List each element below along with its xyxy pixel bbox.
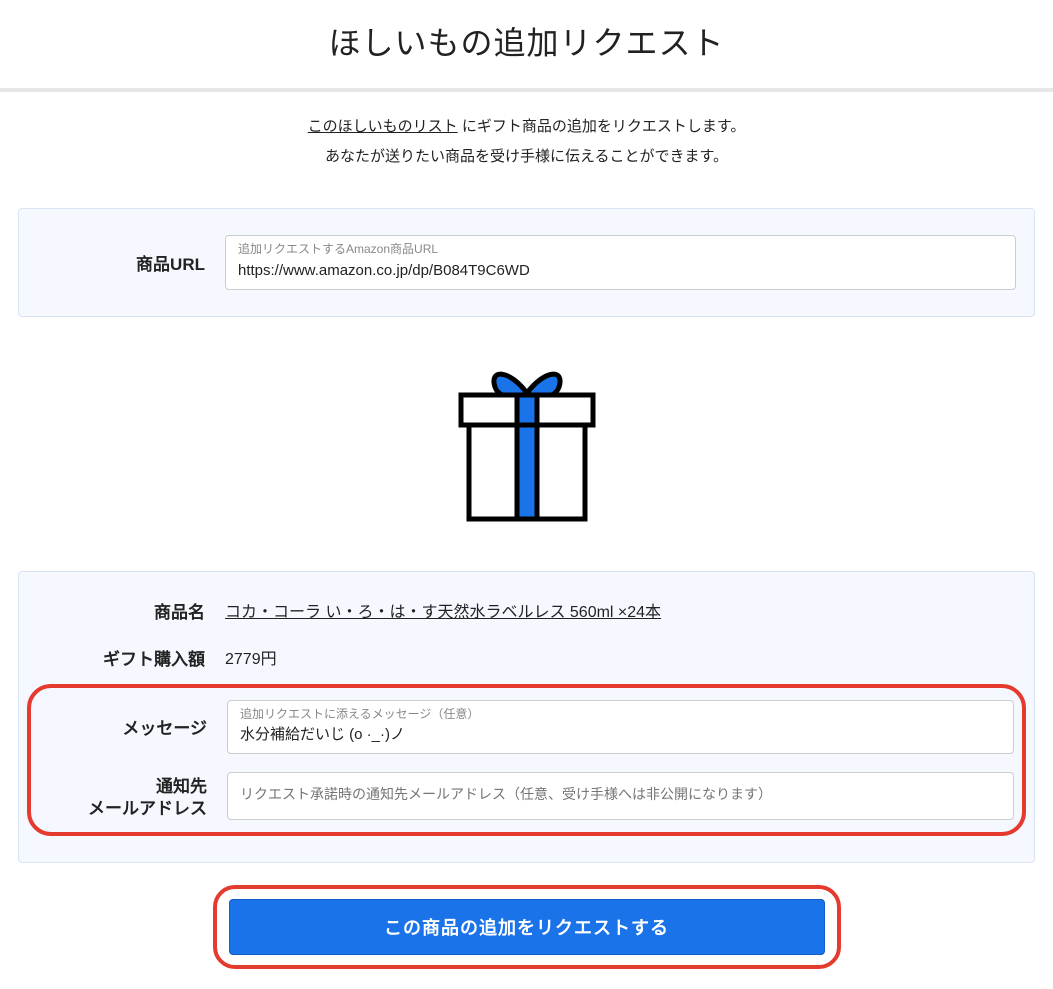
intro-text: このほしいものリスト にギフト商品の追加をリクエストします。 あなたが送りたい商… bbox=[0, 112, 1053, 172]
message-input[interactable] bbox=[240, 724, 1001, 745]
product-url-input[interactable] bbox=[238, 260, 1003, 281]
details-panel: 商品名 コカ・コーラ い・ろ・は・す天然水ラベルレス 560ml ×24本 ギフ… bbox=[18, 571, 1035, 864]
message-label: メッセージ bbox=[39, 714, 227, 739]
message-field[interactable]: 追加リクエストに添えるメッセージ（任意） bbox=[227, 700, 1014, 755]
email-label: 通知先 メールアドレス bbox=[39, 772, 227, 820]
highlight-box: メッセージ 追加リクエストに添えるメッセージ（任意） 通知先 メールアドレス bbox=[27, 684, 1026, 837]
product-url-field[interactable]: 追加リクエストするAmazon商品URL bbox=[225, 235, 1016, 290]
price-label: ギフト購入額 bbox=[37, 645, 225, 670]
gift-icon bbox=[447, 357, 607, 527]
submit-highlight: この商品の追加をリクエストする bbox=[213, 885, 841, 969]
email-field[interactable] bbox=[227, 772, 1014, 820]
gift-icon-wrap bbox=[0, 357, 1053, 527]
product-name-label: 商品名 bbox=[37, 598, 225, 623]
product-name-link[interactable]: コカ・コーラ い・ろ・は・す天然水ラベルレス 560ml ×24本 bbox=[225, 604, 661, 621]
wishlist-link[interactable]: このほしいものリスト bbox=[308, 118, 458, 135]
submit-wrap: この商品の追加をリクエストする bbox=[0, 885, 1053, 969]
email-input[interactable] bbox=[240, 785, 1001, 805]
divider bbox=[0, 88, 1053, 92]
message-placeholder: 追加リクエストに添えるメッセージ（任意） bbox=[240, 707, 1001, 723]
product-url-placeholder: 追加リクエストするAmazon商品URL bbox=[238, 242, 1003, 258]
intro-line1-rest: にギフト商品の追加をリクエストします。 bbox=[458, 118, 746, 135]
page-title: ほしいもの追加リクエスト bbox=[0, 18, 1053, 64]
intro-line2: あなたが送りたい商品を受け手様に伝えることができます。 bbox=[325, 148, 728, 165]
product-url-label: 商品URL bbox=[37, 250, 225, 275]
product-url-panel: 商品URL 追加リクエストするAmazon商品URL bbox=[18, 208, 1035, 317]
submit-button[interactable]: この商品の追加をリクエストする bbox=[229, 899, 825, 955]
price-value: 2779円 bbox=[225, 645, 1016, 669]
